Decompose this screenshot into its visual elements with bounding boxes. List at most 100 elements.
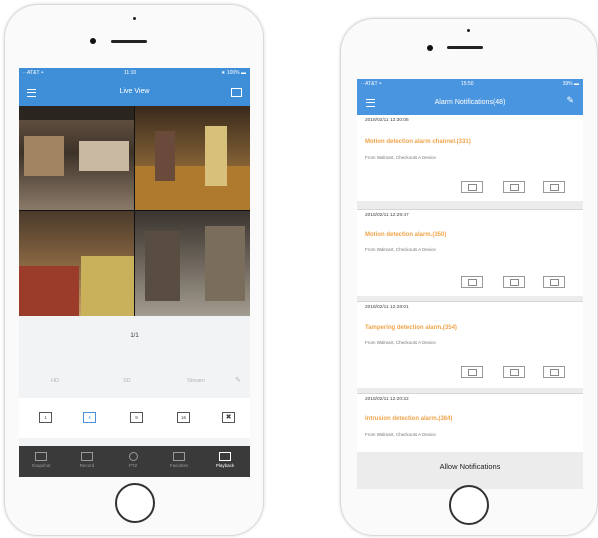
notification-card[interactable]: 2018/02/11 12:20:22 Intrusion detection … bbox=[357, 394, 583, 452]
carrier-label: ∙∙∙AT&T ◓ bbox=[361, 81, 382, 87]
tab-ptz[interactable]: PTZ bbox=[113, 452, 153, 468]
bottom-tab-bar: Snapshot Record PTZ Favorites Playback bbox=[19, 446, 250, 477]
view-live-button[interactable] bbox=[461, 276, 483, 288]
notification-title: Intrusion detection alarm.(384) bbox=[365, 416, 453, 422]
fullscreen-icon[interactable] bbox=[231, 88, 242, 97]
alarm-notifications-screen: ∙∙∙AT&T ◓ 15:50 39% ▬ Alarm Notification… bbox=[357, 79, 583, 489]
status-bar: ∙∙∙AT&T ◓ 11:10 ★ 100% ▬ bbox=[19, 68, 250, 78]
camera-grid bbox=[19, 106, 250, 316]
layout-9-button[interactable]: 9 bbox=[130, 412, 143, 423]
hd-option[interactable]: HD bbox=[51, 378, 59, 384]
notification-card[interactable]: 2018/02/11 12:30:06 Motion detection ala… bbox=[357, 115, 583, 201]
carrier-label: ∙∙∙AT&T ◓ bbox=[23, 70, 44, 76]
view-image-button[interactable] bbox=[503, 181, 525, 193]
view-playback-button[interactable] bbox=[543, 181, 565, 193]
view-image-button[interactable] bbox=[503, 366, 525, 378]
right-phone: ∙∙∙AT&T ◓ 15:50 39% ▬ Alarm Notification… bbox=[340, 18, 598, 536]
battery-label: 39% ▬ bbox=[562, 81, 579, 87]
layout-16-button[interactable]: 16 bbox=[177, 412, 190, 423]
tab-label: Favorites bbox=[169, 463, 189, 468]
notification-card[interactable]: 2018/02/11 12:28:01 Tampering detection … bbox=[357, 302, 583, 388]
monitor-icon bbox=[510, 369, 519, 376]
clock-label: 15:50 bbox=[461, 81, 474, 87]
notification-time: 2018/02/11 12:20:22 bbox=[365, 397, 409, 402]
view-live-button[interactable] bbox=[461, 366, 483, 378]
proximity-sensor bbox=[133, 17, 136, 20]
store-shelf bbox=[24, 136, 64, 176]
produce-display bbox=[19, 266, 79, 316]
view-image-button[interactable] bbox=[503, 276, 525, 288]
status-bar: ∙∙∙AT&T ◓ 15:50 39% ▬ bbox=[357, 79, 583, 89]
camera-feed-1[interactable] bbox=[19, 106, 134, 210]
home-button[interactable] bbox=[449, 485, 489, 525]
nav-bar: Alarm Notifications(48) ✎ bbox=[357, 89, 583, 115]
tab-label: PTZ bbox=[128, 463, 138, 468]
notification-source: From Walmart, Checkouts A Device bbox=[365, 155, 436, 160]
folder-icon bbox=[81, 452, 93, 461]
shopper-figure bbox=[205, 126, 227, 186]
produce-display bbox=[81, 256, 134, 316]
edit-icon[interactable]: ✎ bbox=[566, 95, 574, 106]
playback-icon bbox=[550, 369, 559, 376]
battery-label: ★ 100% ▬ bbox=[220, 70, 246, 76]
earpiece-speaker bbox=[111, 40, 147, 43]
store-ceiling bbox=[19, 106, 134, 120]
tab-record[interactable]: Record bbox=[67, 452, 107, 468]
tab-snapshot[interactable]: Snapshot bbox=[21, 452, 61, 468]
page-title: Live View bbox=[119, 88, 150, 95]
playback-icon bbox=[219, 452, 231, 461]
layout-4-button[interactable]: 4 bbox=[83, 412, 96, 423]
tab-favorites[interactable]: Favorites bbox=[159, 452, 199, 468]
close-all-icon[interactable]: ✖ bbox=[222, 412, 235, 423]
camera-feed-2[interactable] bbox=[135, 106, 250, 210]
tab-label: Playback bbox=[215, 463, 235, 468]
front-camera bbox=[427, 45, 433, 51]
page-title: Alarm Notifications(48) bbox=[434, 99, 506, 106]
monitor-icon bbox=[510, 184, 519, 191]
earpiece-speaker bbox=[447, 46, 483, 49]
notification-card[interactable]: 2018/02/11 12:29:47 Motion detection ala… bbox=[357, 210, 583, 296]
joystick-icon bbox=[128, 452, 138, 461]
edit-icon[interactable]: ✎ bbox=[235, 376, 241, 384]
clock-label: 11:10 bbox=[124, 70, 137, 76]
store-shelf bbox=[145, 231, 180, 301]
store-shelf bbox=[205, 226, 245, 301]
notification-time: 2018/02/11 12:30:06 bbox=[365, 118, 409, 123]
notification-title: Motion detection alarm channel.(331) bbox=[365, 139, 471, 145]
tab-label: Record bbox=[79, 463, 95, 468]
stream-option[interactable]: Stream bbox=[187, 378, 205, 384]
proximity-sensor bbox=[467, 29, 470, 32]
left-phone: ∙∙∙AT&T ◓ 11:10 ★ 100% ▬ Live View 1/1 H… bbox=[4, 4, 264, 536]
playback-icon bbox=[550, 279, 559, 286]
notification-source: From Walmart, Checkouts A Device bbox=[365, 340, 436, 345]
front-camera bbox=[90, 38, 96, 44]
notification-time: 2018/02/11 12:28:01 bbox=[365, 305, 409, 310]
camera-feed-3[interactable] bbox=[19, 211, 134, 316]
sd-option[interactable]: SD bbox=[123, 378, 131, 384]
live-view-screen: ∙∙∙AT&T ◓ 11:10 ★ 100% ▬ Live View 1/1 H… bbox=[19, 68, 250, 477]
page-indicator: 1/1 bbox=[130, 333, 139, 339]
view-playback-button[interactable] bbox=[543, 276, 565, 288]
live-view-icon bbox=[468, 369, 477, 376]
tab-label: Snapshot bbox=[31, 463, 51, 468]
notification-source: From Walmart, Checkouts A Device bbox=[365, 432, 436, 437]
allow-notifications-button[interactable]: Allow Notifications bbox=[357, 455, 583, 479]
produce-display bbox=[135, 166, 250, 210]
notification-title: Tampering detection alarm.(354) bbox=[365, 325, 457, 331]
nav-bar: Live View bbox=[19, 78, 250, 106]
live-view-icon bbox=[468, 279, 477, 286]
view-playback-button[interactable] bbox=[543, 366, 565, 378]
tab-playback[interactable]: Playback bbox=[205, 452, 245, 468]
store-shelf bbox=[79, 141, 129, 171]
notification-source: From Walmart, Checkouts A Device bbox=[365, 247, 436, 252]
home-button[interactable] bbox=[115, 483, 155, 523]
monitor-icon bbox=[510, 279, 519, 286]
camera-feed-4[interactable] bbox=[135, 211, 250, 316]
live-view-icon bbox=[468, 184, 477, 191]
notification-title: Motion detection alarm.(350) bbox=[365, 232, 447, 238]
view-live-button[interactable] bbox=[461, 181, 483, 193]
layout-toolbar: 1 4 9 16 ✖ bbox=[19, 398, 250, 438]
favorites-icon bbox=[173, 452, 185, 461]
layout-1-button[interactable]: 1 bbox=[39, 412, 52, 423]
camera-icon bbox=[35, 452, 47, 461]
